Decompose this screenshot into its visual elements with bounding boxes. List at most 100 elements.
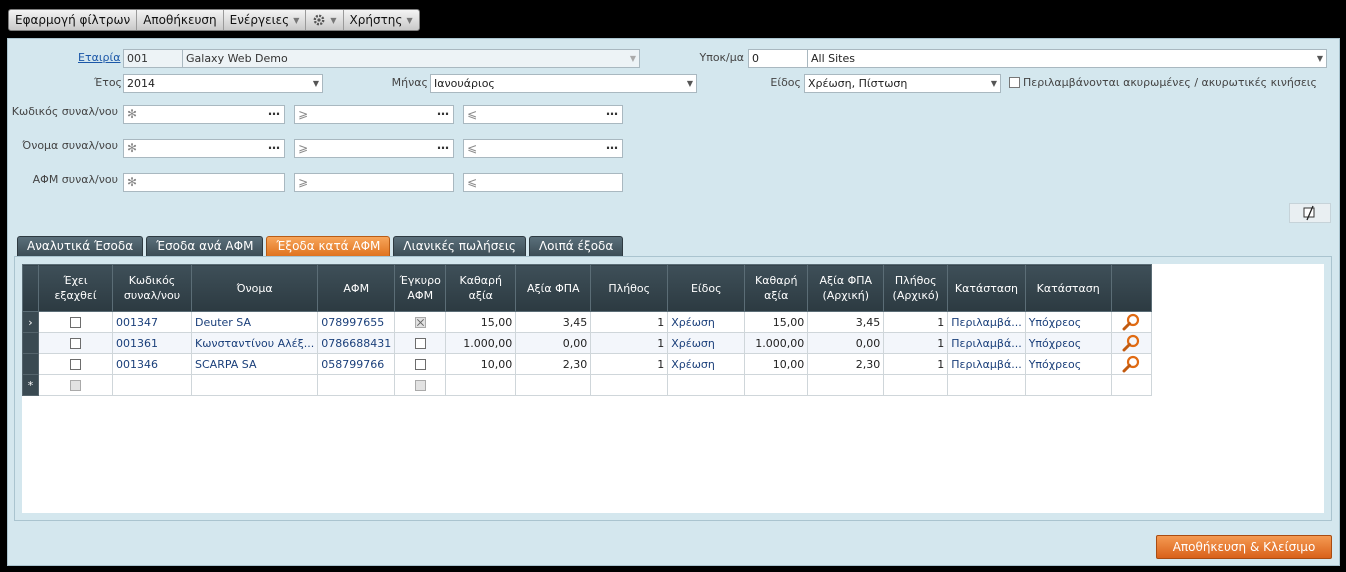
afm-filter-to[interactable]: ⩽ — [463, 173, 623, 192]
count-orig-cell[interactable] — [883, 374, 949, 396]
apply-filters-button[interactable]: Εφαρμογή φίλτρων — [9, 10, 138, 30]
ellipsis-icon[interactable]: … — [268, 106, 280, 120]
exported-cell[interactable] — [38, 332, 113, 354]
vat-cell[interactable]: 3,45 — [515, 311, 592, 333]
kind-cell[interactable]: Χρέωση — [667, 332, 746, 354]
net-orig-cell[interactable]: 1.000,00 — [744, 332, 809, 354]
tab-retail-sales[interactable]: Λιανικές πωλήσεις — [393, 236, 526, 256]
exported-checkbox[interactable] — [70, 359, 81, 370]
net-cell[interactable]: 15,00 — [445, 311, 517, 333]
net-cell[interactable]: 10,00 — [445, 353, 517, 375]
col-net-value[interactable]: Καθαρή αξία — [445, 264, 517, 312]
exported-cell[interactable] — [38, 311, 113, 333]
count-orig-cell[interactable]: 1 — [883, 311, 949, 333]
code-cell[interactable] — [112, 374, 192, 396]
name-filter-to[interactable]: ⩽… — [463, 139, 623, 158]
status2-cell[interactable] — [1024, 374, 1112, 396]
afm-cell[interactable]: 078997655 — [317, 311, 396, 333]
table-row[interactable]: 001361 Κωνσταντίνου Αλέξ... 0786688431 1… — [22, 332, 1152, 354]
count-orig-cell[interactable]: 1 — [883, 353, 949, 375]
col-net-value-orig[interactable]: Καθαρή αξία — [744, 264, 809, 312]
name-cell[interactable]: Deuter SA — [190, 311, 319, 333]
users-menu[interactable]: Χρήστης ▼ — [344, 10, 419, 30]
col-valid-afm[interactable]: Έγκυρο ΑΦΜ — [394, 264, 447, 312]
month-select[interactable]: Ιανουάριος ▼ — [430, 74, 697, 93]
magnifier-icon[interactable] — [1121, 355, 1141, 373]
status1-cell[interactable]: Περιλαμβά... — [947, 353, 1026, 375]
count-orig-cell[interactable]: 1 — [883, 332, 949, 354]
ellipsis-icon[interactable]: … — [606, 106, 618, 120]
exported-checkbox[interactable] — [70, 317, 81, 328]
afm-filter-from[interactable]: ⩾ — [294, 173, 454, 192]
kind-cell[interactable] — [667, 374, 746, 396]
afm-cell[interactable]: 058799766 — [317, 353, 396, 375]
code-cell[interactable]: 001347 — [112, 311, 192, 333]
code-filter-to[interactable]: ⩽… — [463, 105, 623, 124]
tab-other-expenses[interactable]: Λοιπά έξοδα — [528, 236, 624, 256]
col-count[interactable]: Πλήθος — [590, 264, 669, 312]
col-name[interactable]: Όνομα — [190, 264, 319, 312]
vat-orig-cell[interactable] — [807, 374, 885, 396]
count-cell[interactable] — [590, 374, 669, 396]
col-vat-value[interactable]: Αξία ΦΠΑ — [515, 264, 592, 312]
vat-cell[interactable] — [515, 374, 592, 396]
name-filter-from[interactable]: ⩾… — [294, 139, 454, 158]
status2-cell[interactable]: Υπόχρεος — [1024, 332, 1112, 354]
new-row[interactable]: * — [22, 374, 1152, 396]
exported-checkbox[interactable] — [70, 380, 81, 391]
company-label[interactable]: Εταιρία — [78, 51, 121, 64]
vat-cell[interactable]: 0,00 — [515, 332, 592, 354]
col-status-1[interactable]: Κατάσταση — [947, 264, 1026, 312]
afm-filter-any[interactable]: ✻ — [123, 173, 285, 192]
exported-cell[interactable] — [38, 353, 113, 375]
net-orig-cell[interactable] — [744, 374, 809, 396]
afm-cell[interactable] — [317, 374, 396, 396]
save-and-close-button[interactable]: Αποθήκευση & Κλείσιμο — [1156, 535, 1332, 559]
vat-orig-cell[interactable]: 0,00 — [807, 332, 885, 354]
name-cell[interactable]: SCARPA SA — [190, 353, 319, 375]
year-select[interactable]: 2014 ▼ — [123, 74, 323, 93]
code-filter-from[interactable]: ⩾… — [294, 105, 454, 124]
count-cell[interactable]: 1 — [590, 332, 669, 354]
tab-income-by-afm[interactable]: Έσοδα ανά ΑΦΜ — [146, 236, 264, 256]
vat-cell[interactable]: 2,30 — [515, 353, 592, 375]
col-code[interactable]: Κωδικός συναλ/νου — [112, 264, 192, 312]
col-count-orig[interactable]: Πλήθος (Αρχικό) — [883, 264, 949, 312]
vat-orig-cell[interactable]: 3,45 — [807, 311, 885, 333]
net-cell[interactable] — [445, 374, 517, 396]
vat-orig-cell[interactable]: 2,30 — [807, 353, 885, 375]
valid-afm-cell[interactable] — [394, 353, 447, 375]
name-filter-any[interactable]: ✻… — [123, 139, 285, 158]
actions-menu[interactable]: Ενέργειες ▼ — [224, 10, 307, 30]
valid-afm-checkbox[interactable] — [414, 338, 426, 349]
status2-cell[interactable]: Υπόχρεος — [1024, 311, 1112, 333]
status1-cell[interactable]: Περιλαμβά... — [947, 332, 1026, 354]
kind-cell[interactable]: Χρέωση — [667, 353, 746, 375]
count-cell[interactable]: 1 — [590, 311, 669, 333]
magnifier-icon[interactable] — [1121, 334, 1141, 352]
code-cell[interactable]: 001361 — [112, 332, 192, 354]
col-kind[interactable]: Είδος — [667, 264, 746, 312]
settings-menu[interactable]: ▼ — [306, 10, 344, 30]
code-cell[interactable]: 001346 — [112, 353, 192, 375]
branch-code-field[interactable]: 0 — [748, 49, 808, 68]
save-toolbar-button[interactable]: Αποθήκευση — [137, 10, 224, 30]
net-orig-cell[interactable]: 15,00 — [744, 311, 809, 333]
table-row[interactable]: 001346 SCARPA SA 058799766 10,00 2,30 1 … — [22, 353, 1152, 375]
ellipsis-icon[interactable]: … — [437, 106, 449, 120]
status1-cell[interactable] — [947, 374, 1026, 396]
ellipsis-icon[interactable]: … — [606, 140, 618, 154]
table-row[interactable]: › 001347 Deuter SA 078997655 15,00 3,45 … — [22, 311, 1152, 333]
net-cell[interactable]: 1.000,00 — [445, 332, 517, 354]
ellipsis-icon[interactable]: … — [268, 140, 280, 154]
magnifier-icon[interactable] — [1121, 313, 1141, 331]
tab-expenses-by-afm[interactable]: Έξοδα κατά ΑΦΜ — [266, 236, 391, 256]
company-code-field[interactable]: 001 — [123, 49, 183, 68]
col-vat-value-orig[interactable]: Αξία ΦΠΑ (Αρχική) — [807, 264, 885, 312]
status2-cell[interactable]: Υπόχρεος — [1024, 353, 1112, 375]
code-filter-any[interactable]: ✻… — [123, 105, 285, 124]
valid-afm-checkbox[interactable] — [414, 359, 426, 370]
kind-cell[interactable]: Χρέωση — [667, 311, 746, 333]
column-toggle-button[interactable] — [1289, 203, 1331, 223]
exported-checkbox[interactable] — [70, 338, 81, 349]
